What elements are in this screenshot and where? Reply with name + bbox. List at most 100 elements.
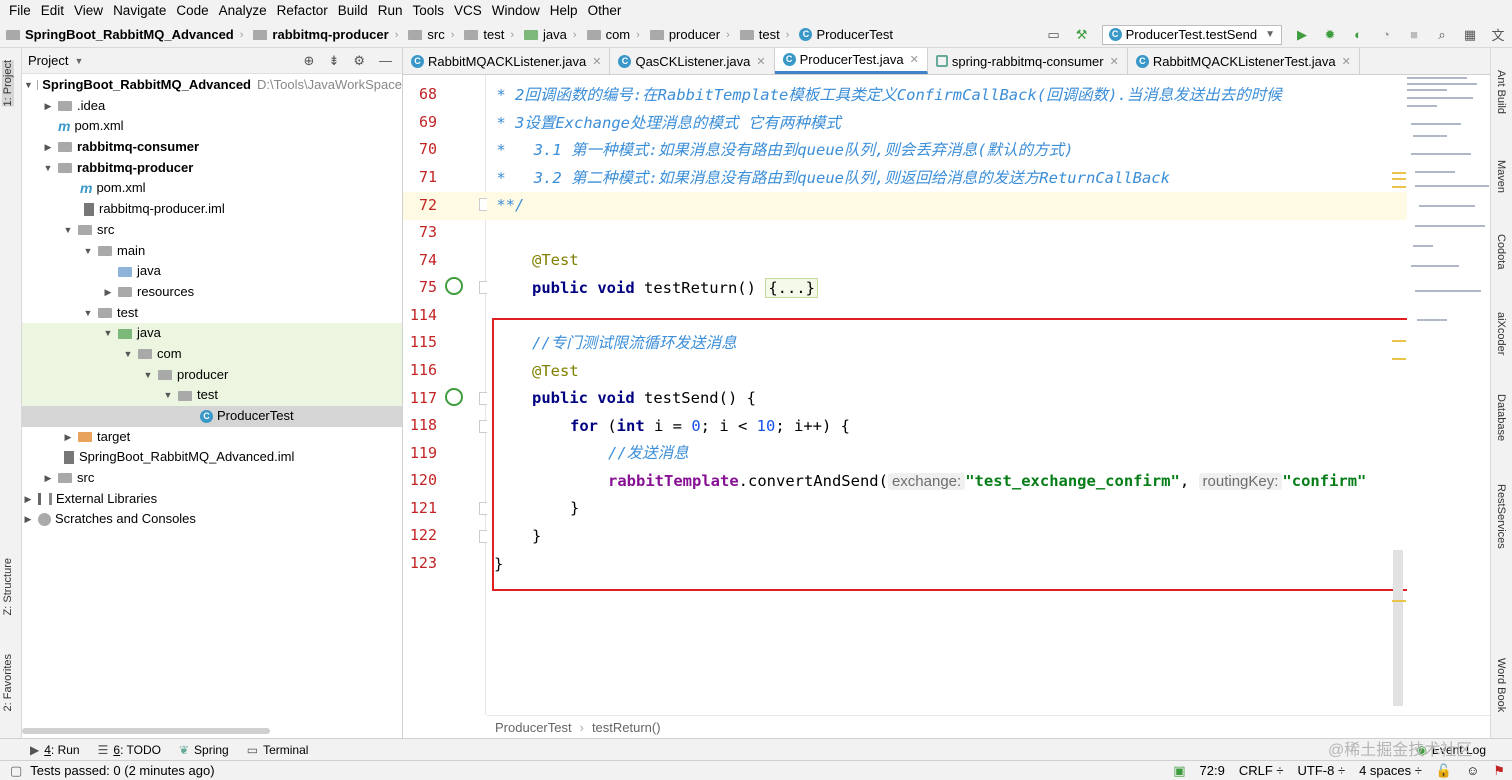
collapse-arrow-icon[interactable]: ▶ [22, 509, 34, 530]
crumb-java[interactable]: java › [518, 27, 581, 42]
menu-navigate[interactable]: Navigate [108, 0, 171, 22]
warning-marker[interactable] [1392, 358, 1406, 360]
breadcrumb-method[interactable]: testReturn() [592, 720, 661, 735]
chevron-down-icon[interactable]: ▼ [74, 56, 83, 66]
crumb-class[interactable]: C ProducerTest [793, 27, 897, 42]
tree-item[interactable]: ▶ .idea [22, 96, 402, 117]
tree-item[interactable]: ▼ test [22, 303, 402, 324]
warning-marker[interactable] [1392, 186, 1406, 188]
collapse-arrow-icon[interactable]: ▶ [42, 137, 54, 158]
tree-item[interactable]: ▶ resources [22, 282, 402, 303]
crumb-project[interactable]: SpringBoot_RabbitMQ_Advanced › [0, 27, 247, 42]
tree-item[interactable]: ▶ Scratches and Consoles [22, 509, 402, 530]
inspector-icon[interactable]: ☺ [1466, 763, 1479, 778]
minimize-icon[interactable]: — [379, 53, 392, 69]
close-icon[interactable]: ✕ [592, 55, 601, 68]
horizontal-scrollbar[interactable] [22, 728, 270, 734]
menu-run[interactable]: Run [373, 0, 408, 22]
run-test-icon[interactable] [445, 388, 463, 406]
crumb-producer[interactable]: producer › [644, 27, 734, 42]
menu-file[interactable]: File [4, 0, 36, 22]
menu-analyze[interactable]: Analyze [214, 0, 272, 22]
file-encoding[interactable]: UTF-8 ÷ [1298, 763, 1346, 778]
tree-item[interactable]: java [22, 261, 402, 282]
lock-icon[interactable]: 🔓 [1436, 763, 1452, 779]
tree-item[interactable]: ▶ External Libraries [22, 489, 402, 510]
tab-aixcoder[interactable]: aiXcoder [1495, 312, 1507, 355]
tree-item[interactable]: ▼ com [22, 343, 402, 365]
menu-edit[interactable]: Edit [36, 0, 69, 22]
run-configuration-select[interactable]: C ProducerTest.testSend ▼ [1101, 24, 1282, 45]
close-icon[interactable]: ✕ [1342, 55, 1351, 68]
indent-setting[interactable]: 4 spaces ÷ [1359, 763, 1422, 778]
tree-item[interactable]: ▶ target [22, 427, 402, 448]
crumb-module[interactable]: rabbitmq-producer › [247, 27, 402, 42]
project-view-select[interactable]: Project [28, 53, 68, 68]
tree-item[interactable]: ▶ src [22, 468, 402, 489]
hammer-icon[interactable]: ⚒ [1074, 27, 1090, 43]
tab-qascklistener[interactable]: C QasCKListener.java ✕ [610, 48, 775, 74]
warning-marker[interactable] [1392, 172, 1406, 174]
stop-icon[interactable]: ■ [1406, 27, 1422, 43]
collapse-arrow-icon[interactable]: ▶ [62, 427, 74, 448]
close-icon[interactable]: ✕ [756, 55, 765, 68]
collapse-arrow-icon[interactable]: ▶ [102, 282, 114, 303]
tool-run[interactable]: ▶ 4: Run [30, 743, 80, 757]
run-icon[interactable]: ▶ [1294, 27, 1310, 43]
tree-item[interactable]: SpringBoot_RabbitMQ_Advanced.iml [22, 447, 402, 468]
tab-producertest[interactable]: C ProducerTest.java ✕ [774, 48, 928, 74]
tool-spring[interactable]: ❦ Spring [179, 743, 229, 757]
translate-icon[interactable]: 文 [1490, 27, 1506, 43]
crumb-com[interactable]: com › [581, 27, 644, 42]
tree-item[interactable]: ▼ java [22, 323, 402, 344]
crumb-src[interactable]: src › [402, 27, 458, 42]
menu-tools[interactable]: Tools [408, 0, 450, 22]
expand-arrow-icon[interactable]: ▼ [62, 220, 74, 241]
tab-maven[interactable]: Maven [1495, 160, 1507, 193]
tab-project[interactable]: 1: Project [2, 60, 14, 107]
project-structure-icon[interactable]: ▦ [1462, 27, 1478, 43]
menu-code[interactable]: Code [171, 0, 213, 22]
collapse-arrow-icon[interactable]: ▶ [22, 489, 34, 510]
panel-toggle-icon[interactable]: ▢ [10, 763, 22, 779]
tool-terminal[interactable]: ▭ Terminal [247, 743, 309, 757]
menu-view[interactable]: View [69, 0, 108, 22]
tree-item[interactable]: ▼ src [22, 220, 402, 241]
expand-arrow-icon[interactable]: ▼ [122, 344, 134, 365]
tree-item[interactable]: m pom.xml [22, 116, 402, 137]
menu-build[interactable]: Build [333, 0, 373, 22]
menu-other[interactable]: Other [583, 0, 627, 22]
profile-icon[interactable]: ◔ [1378, 27, 1394, 43]
expand-arrow-icon[interactable]: ▼ [142, 365, 154, 386]
tab-rabbitmqacklistenertest[interactable]: C RabbitMQACKListenerTest.java ✕ [1128, 48, 1360, 74]
gear-icon[interactable]: ⚙ [353, 53, 365, 69]
collapse-arrow-icon[interactable]: ▶ [42, 96, 54, 117]
breadcrumb-class[interactable]: ProducerTest [495, 720, 572, 735]
menu-vcs[interactable]: VCS [449, 0, 487, 22]
tab-database[interactable]: Database [1495, 394, 1507, 441]
menu-help[interactable]: Help [545, 0, 583, 22]
tab-word-book[interactable]: Word Book [1495, 658, 1507, 712]
terminal-icon[interactable]: ▭ [1046, 27, 1062, 43]
locate-icon[interactable]: ⊕ [304, 53, 315, 69]
tree-item[interactable]: rabbitmq-producer.iml [22, 199, 402, 220]
tab-ant-build[interactable]: Ant Build [1495, 70, 1507, 114]
vertical-scrollbar[interactable] [1393, 550, 1403, 706]
tree-item[interactable]: ▼ rabbitmq-producer [22, 158, 402, 179]
menu-refactor[interactable]: Refactor [272, 0, 333, 22]
menu-window[interactable]: Window [487, 0, 545, 22]
caret-position[interactable]: 72:9 [1200, 763, 1225, 778]
expand-arrow-icon[interactable]: ▼ [42, 158, 54, 179]
tab-restservices[interactable]: RestServices [1495, 484, 1507, 549]
collapse-all-icon[interactable]: ⇟ [328, 53, 339, 69]
status-message[interactable]: Tests passed: 0 (2 minutes ago) [30, 763, 214, 778]
tree-item[interactable]: m pom.xml [22, 178, 402, 199]
tree-item[interactable]: ▶ rabbitmq-consumer [22, 137, 402, 158]
tree-item[interactable]: ▼ producer [22, 364, 402, 386]
crumb-test-package[interactable]: test › [734, 27, 794, 42]
tree-item[interactable]: ▼ test [22, 385, 402, 406]
expand-arrow-icon[interactable]: ▼ [102, 323, 114, 344]
code-minimap[interactable] [1393, 75, 1490, 715]
expand-arrow-icon[interactable]: ▼ [24, 75, 33, 96]
search-icon[interactable]: ⌕ [1434, 27, 1450, 43]
